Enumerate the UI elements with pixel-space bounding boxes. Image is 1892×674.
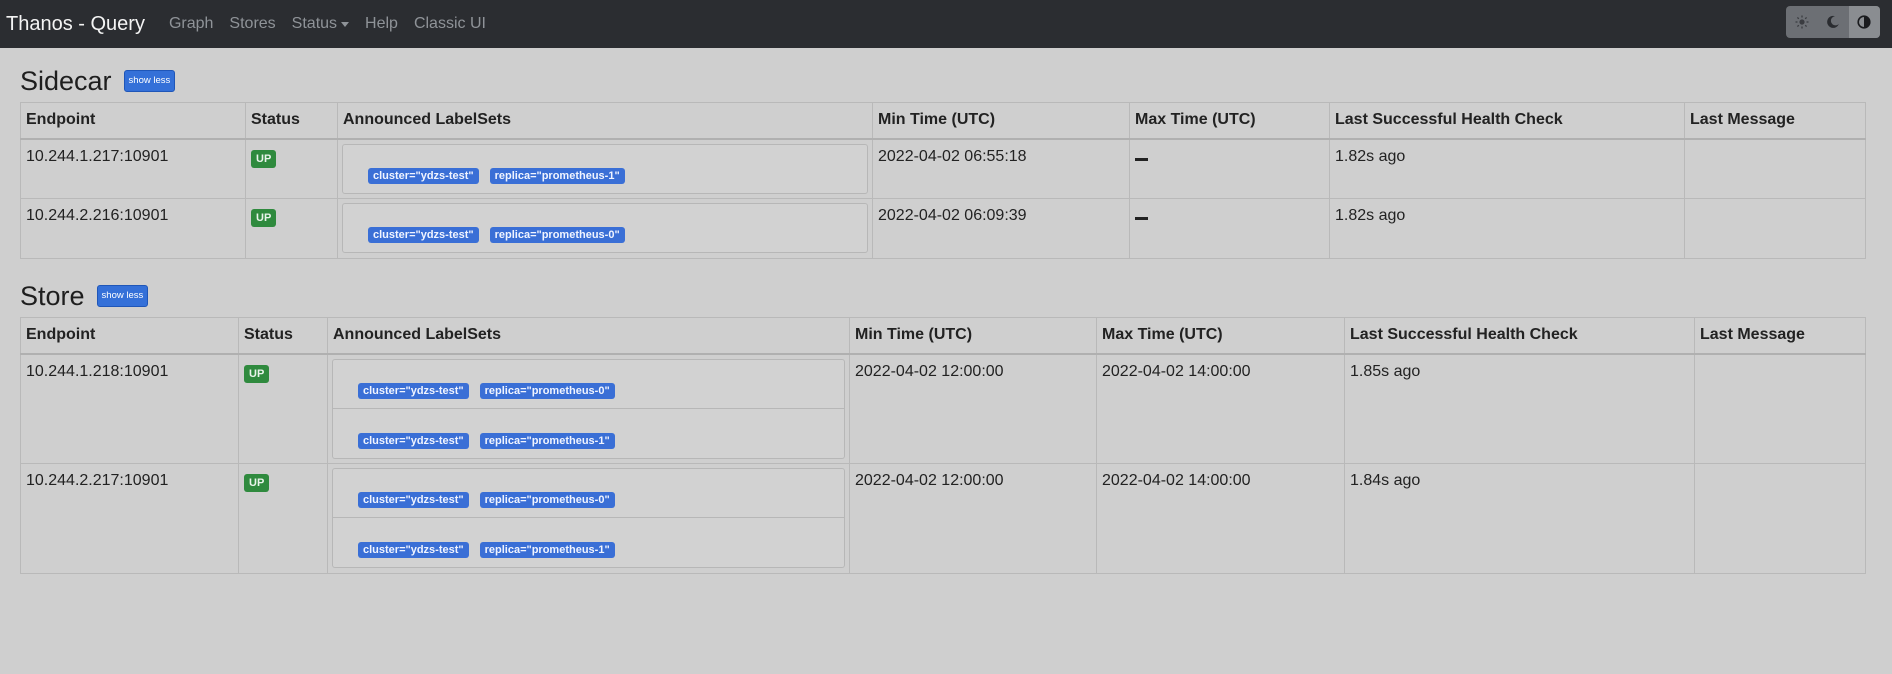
col-header-status[interactable]: Status [245, 102, 338, 140]
health-check-cell: 1.85s ago [1344, 353, 1695, 464]
status-cell: UP [245, 198, 338, 259]
labelset: cluster="ydzs-test" replica="prometheus-… [332, 358, 845, 409]
store-header: Store show less [20, 275, 1865, 317]
sidecar-title: Sidecar [20, 65, 112, 96]
status-cell: UP [238, 463, 328, 574]
nav-link-graph[interactable]: Graph [169, 15, 213, 33]
table-header-row: Endpoint Status Announced LabelSets Min … [20, 102, 1866, 140]
label-badge: replica="prometheus-1" [489, 167, 625, 184]
health-check-cell: 1.82s ago [1329, 138, 1685, 199]
labelset: cluster="ydzs-test" replica="prometheus-… [332, 468, 845, 518]
status-badge: UP [244, 364, 270, 383]
endpoint-cell: 10.244.1.218:10901 [20, 353, 239, 464]
nav-link-help[interactable]: Help [365, 15, 398, 33]
nav-dropdown-status-label: Status [291, 15, 338, 32]
max-time-cell: 2022-04-02 14:00:00 [1096, 353, 1345, 464]
col-header-labelsets[interactable]: Announced LabelSets [337, 102, 873, 140]
status-cell: UP [238, 353, 328, 464]
min-time-cell: 2022-04-02 12:00:00 [849, 353, 1097, 464]
sidecar-table: Endpoint Status Announced LabelSets Min … [20, 102, 1866, 259]
status-badge: UP [244, 474, 270, 492]
nav-dropdown-status[interactable]: Status [291, 15, 350, 33]
table-header-row: Endpoint Status Announced LabelSets Min … [20, 317, 1866, 355]
table-row: 10.244.1.218:10901 UP cluster="ydzs-test… [20, 353, 1866, 464]
col-header-health-check[interactable]: Last Successful Health Check [1329, 102, 1685, 140]
sidecar-section: Sidecar show less Endpoint Status Announ… [20, 60, 1866, 259]
col-header-endpoint[interactable]: Endpoint [20, 317, 239, 355]
label-badge: cluster="ydzs-test" [368, 167, 479, 184]
last-message-cell [1684, 138, 1866, 199]
status-cell: UP [245, 138, 338, 199]
max-time-cell: 2022-04-02 14:00:00 [1096, 463, 1345, 574]
brand-title[interactable]: Thanos - Query [6, 13, 145, 36]
labelset: cluster="ydzs-test" replica="prometheus-… [332, 408, 845, 459]
store-show-less-button[interactable]: show less [96, 285, 149, 307]
label-badge: replica="prometheus-1" [479, 542, 615, 558]
col-header-min-time[interactable]: Min Time (UTC) [872, 102, 1130, 140]
min-time-cell: 2022-04-02 12:00:00 [849, 463, 1097, 574]
labelset: cluster="ydzs-test" replica="prometheus-… [342, 143, 868, 194]
labelsets-cell: cluster="ydzs-test" replica="prometheus-… [327, 463, 850, 574]
labelsets-cell: cluster="ydzs-test" replica="prometheus-… [337, 198, 873, 259]
labelsets-cell: cluster="ydzs-test" replica="prometheus-… [327, 353, 850, 464]
max-time-cell [1129, 198, 1330, 259]
col-header-last-message[interactable]: Last Message [1684, 102, 1866, 140]
table-row: 10.244.1.217:10901 UP cluster="ydzs-test… [20, 138, 1866, 199]
store-table: Endpoint Status Announced LabelSets Min … [20, 317, 1866, 574]
theme-toggle-group [1786, 6, 1880, 38]
status-badge: UP [251, 209, 277, 227]
col-header-min-time[interactable]: Min Time (UTC) [849, 317, 1097, 355]
health-check-cell: 1.82s ago [1329, 198, 1685, 259]
sidecar-show-less-button[interactable]: show less [123, 70, 176, 92]
label-badge: cluster="ydzs-test" [358, 542, 469, 558]
col-header-status[interactable]: Status [238, 317, 328, 355]
health-check-cell: 1.84s ago [1344, 463, 1695, 574]
nav-link-stores[interactable]: Stores [229, 15, 275, 33]
empty-value-dash [1135, 217, 1148, 220]
last-message-cell [1694, 353, 1866, 464]
status-badge: UP [251, 149, 277, 168]
col-header-max-time[interactable]: Max Time (UTC) [1129, 102, 1330, 140]
sidecar-header: Sidecar show less [20, 60, 1865, 102]
theme-auto-button[interactable] [1848, 6, 1880, 38]
endpoint-cell: 10.244.2.217:10901 [20, 463, 239, 574]
min-time-cell: 2022-04-02 06:55:18 [872, 138, 1130, 199]
top-navbar: Thanos - Query Graph Stores Status Help … [0, 0, 1892, 48]
col-header-health-check[interactable]: Last Successful Health Check [1344, 317, 1695, 355]
endpoint-cell: 10.244.2.216:10901 [20, 198, 246, 259]
endpoint-cell: 10.244.1.217:10901 [20, 138, 246, 199]
contrast-icon [1857, 15, 1871, 29]
moon-icon [1827, 15, 1839, 28]
col-header-last-message[interactable]: Last Message [1694, 317, 1866, 355]
theme-light-button[interactable] [1786, 6, 1817, 38]
col-header-labelsets[interactable]: Announced LabelSets [327, 317, 850, 355]
label-badge: cluster="ydzs-test" [358, 382, 469, 399]
empty-value-dash [1135, 157, 1148, 161]
label-badge: cluster="ydzs-test" [368, 227, 479, 243]
nav-link-classic-ui[interactable]: Classic UI [414, 15, 486, 33]
table-row: 10.244.2.216:10901 UP cluster="ydzs-test… [20, 198, 1866, 259]
max-time-cell [1129, 138, 1330, 199]
label-badge: replica="prometheus-1" [479, 432, 615, 449]
label-badge: cluster="ydzs-test" [358, 432, 469, 449]
labelset: cluster="ydzs-test" replica="prometheus-… [342, 203, 868, 253]
min-time-cell: 2022-04-02 06:09:39 [872, 198, 1130, 259]
label-badge: replica="prometheus-0" [489, 227, 625, 243]
last-message-cell [1694, 463, 1866, 574]
store-section: Store show less Endpoint Status Announce… [20, 275, 1866, 574]
labelsets-cell: cluster="ydzs-test" replica="prometheus-… [337, 138, 873, 199]
last-message-cell [1684, 198, 1866, 259]
table-row: 10.244.2.217:10901 UP cluster="ydzs-test… [20, 463, 1866, 574]
caret-down-icon [341, 21, 350, 27]
theme-dark-button[interactable] [1817, 6, 1848, 38]
labelset: cluster="ydzs-test" replica="prometheus-… [332, 518, 845, 568]
col-header-endpoint[interactable]: Endpoint [20, 102, 246, 140]
label-badge: replica="prometheus-0" [479, 492, 615, 508]
label-badge: replica="prometheus-0" [479, 382, 615, 399]
store-title: Store [20, 280, 85, 311]
col-header-max-time[interactable]: Max Time (UTC) [1096, 317, 1345, 355]
sun-icon [1795, 15, 1809, 29]
label-badge: cluster="ydzs-test" [358, 492, 469, 508]
